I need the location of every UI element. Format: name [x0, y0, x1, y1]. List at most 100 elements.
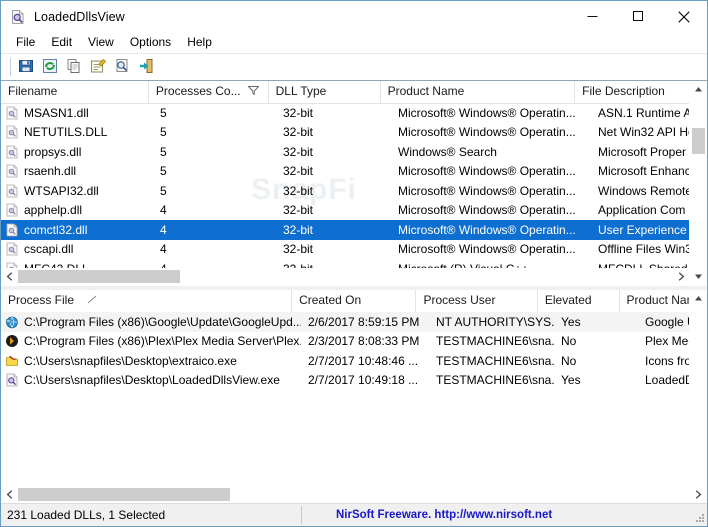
- table-row[interactable]: MSASN1.dll 5 32-bit Microsoft® Windows® Ope…: [1, 103, 690, 123]
- cell-filename: MSASN1.dll: [1, 106, 153, 120]
- process-listview[interactable]: Process File Created On Process User Ele…: [1, 290, 707, 503]
- filename-text: comctl32.dll: [24, 222, 88, 237]
- column-header-file-description[interactable]: File Description: [575, 81, 690, 103]
- table-row[interactable]: propsys.dll 5 32-bit Windows® Search Microso…: [1, 142, 690, 162]
- vertical-scroll-track[interactable]: [690, 307, 707, 486]
- plex-chevron-icon: [5, 334, 19, 348]
- table-row[interactable]: MFC42.DLL432-bitMicrosoft (R) Visual C++…: [1, 259, 690, 268]
- status-credit-link[interactable]: NirSoft Freeware. http://www.nirsoft.net: [302, 504, 552, 526]
- cell-product-name: Microsoft® Windows® Operatin...: [398, 183, 576, 198]
- dll-file-icon: [5, 223, 19, 237]
- process-list-horizontal-scrollbar[interactable]: [1, 486, 707, 503]
- refresh-button[interactable]: [38, 56, 62, 78]
- column-header-filename[interactable]: Filename: [1, 81, 149, 103]
- table-row[interactable]: comctl32.dll 4 32-bit Microsoft® Windows® O…: [1, 220, 690, 240]
- filename-text: rsaenh.dll: [24, 164, 77, 179]
- toolbar-separator: [10, 58, 11, 76]
- dll-list-header: Filename Processes Co... DLL Type Produc…: [1, 81, 707, 104]
- dll-list-vertical-scrollbar[interactable]: [689, 81, 707, 285]
- filename-text: propsys.dll: [24, 144, 82, 159]
- extraico-folder-icon: [5, 354, 19, 368]
- scroll-up-arrow-icon[interactable]: [690, 81, 707, 98]
- cell-processes-count: 5: [160, 125, 167, 140]
- copy-button[interactable]: [62, 56, 86, 78]
- table-row[interactable]: cscapi.dll 4 32-bit Microsoft® Windows® Ope…: [1, 240, 690, 260]
- vertical-scroll-thumb[interactable]: [692, 128, 705, 154]
- scroll-right-arrow-icon[interactable]: [673, 268, 690, 285]
- cell-dll-type: 32-bit: [283, 105, 314, 120]
- floppy-disk-icon: [18, 58, 34, 77]
- cell-file-description: User Experience C: [598, 222, 690, 237]
- cell-filename: cscapi.dll: [1, 242, 153, 256]
- copy-pages-icon: [66, 58, 82, 77]
- table-row[interactable]: C:\Program Files (x86)\Google\Update\Goo…: [1, 312, 690, 332]
- scroll-left-arrow-icon[interactable]: [1, 268, 18, 285]
- menu-item-edit[interactable]: Edit: [43, 33, 80, 52]
- cell-process-file: C:\Users\snapfiles\Desktop\extraico.exe: [1, 354, 301, 368]
- menu-item-options[interactable]: Options: [122, 33, 179, 52]
- table-row[interactable]: C:\Users\snapfiles\Desktop\LoadedDllsVie…: [1, 371, 690, 391]
- scroll-right-arrow-icon[interactable]: [690, 486, 707, 503]
- column-header-created-on[interactable]: Created On: [292, 290, 417, 312]
- horizontal-scroll-track[interactable]: [18, 486, 690, 503]
- column-header-process-user[interactable]: Process User: [416, 290, 538, 312]
- column-header-processes-count[interactable]: Processes Co...: [149, 81, 269, 103]
- process-list-rows: C:\Program Files (x86)\Google\Update\Goo…: [1, 312, 690, 486]
- cell-process-file: C:\Users\snapfiles\Desktop\LoadedDllsVie…: [1, 373, 301, 387]
- menu-bar: File Edit View Options Help: [1, 32, 707, 54]
- dll-listview[interactable]: Filename Processes Co... DLL Type Produc…: [1, 81, 707, 285]
- cell-filename: NETUTILS.DLL: [1, 125, 153, 139]
- properties-button[interactable]: [86, 56, 110, 78]
- close-button[interactable]: [661, 1, 707, 32]
- table-row[interactable]: C:\Program Files (x86)\Plex\Plex Media S…: [1, 332, 690, 352]
- table-row[interactable]: C:\Users\snapfiles\Desktop\extraico.exe 2…: [1, 351, 690, 371]
- horizontal-scroll-thumb[interactable]: [18, 488, 230, 501]
- process-file-text: C:\Program Files (x86)\Plex\Plex Media S…: [24, 334, 301, 349]
- save-button[interactable]: [14, 56, 38, 78]
- dll-file-icon: [5, 203, 19, 217]
- find-button[interactable]: [110, 56, 134, 78]
- column-header-dll-type[interactable]: DLL Type: [269, 81, 381, 103]
- horizontal-scroll-track[interactable]: [18, 268, 690, 285]
- cell-product-name: LoadedDllsVi: [645, 373, 690, 388]
- cell-product-name: Microsoft® Windows® Operatin...: [398, 105, 576, 120]
- table-row[interactable]: rsaenh.dll 5 32-bit Microsoft® Windows® Ope…: [1, 162, 690, 182]
- process-list-header: Process File Created On Process User Ele…: [1, 290, 707, 313]
- dll-list-horizontal-scrollbar[interactable]: [1, 268, 690, 285]
- maximize-button[interactable]: [615, 1, 661, 32]
- window-title: LoadedDllsView: [34, 9, 125, 24]
- resize-grip-icon[interactable]: [693, 512, 705, 524]
- menu-item-file[interactable]: File: [8, 33, 43, 52]
- cell-product-name: Microsoft® Windows® Operatin...: [398, 125, 576, 140]
- horizontal-scroll-thumb[interactable]: [18, 270, 180, 283]
- process-list-vertical-scrollbar[interactable]: [689, 290, 707, 503]
- scroll-down-arrow-icon[interactable]: [690, 268, 707, 285]
- column-header-elevated[interactable]: Elevated: [538, 290, 620, 312]
- minimize-button[interactable]: [569, 1, 615, 32]
- cell-processes-count: 5: [160, 105, 167, 120]
- filename-text: MSASN1.dll: [24, 105, 89, 120]
- table-row[interactable]: WTSAPI32.dll 5 32-bit Microsoft® Windows® O…: [1, 181, 690, 201]
- notepad-pencil-icon: [90, 58, 106, 77]
- filename-text: NETUTILS.DLL: [24, 125, 108, 140]
- cell-created-on: 2/7/2017 10:48:46 ...: [308, 353, 419, 368]
- vertical-scroll-track[interactable]: [690, 98, 707, 268]
- dll-file-icon: [5, 145, 19, 159]
- filename-text: cscapi.dll: [24, 242, 74, 257]
- cell-product-name: Microsoft® Windows® Operatin...: [398, 203, 576, 218]
- scroll-up-arrow-icon[interactable]: [690, 290, 707, 307]
- menu-item-view[interactable]: View: [80, 33, 122, 52]
- menu-item-help[interactable]: Help: [179, 33, 220, 52]
- exit-button[interactable]: [134, 56, 158, 78]
- cell-product-name: Icons from fi: [645, 353, 690, 368]
- process-file-text: C:\Users\snapfiles\Desktop\LoadedDllsVie…: [24, 373, 280, 388]
- column-header-process-file[interactable]: Process File: [1, 290, 293, 312]
- column-header-product-name[interactable]: Product Name: [381, 81, 576, 103]
- cell-file-description: Net Win32 API He: [598, 125, 690, 140]
- status-bar: 231 Loaded DLLs, 1 Selected NirSoft Free…: [1, 503, 707, 526]
- cell-file-description: Application Com: [598, 203, 686, 218]
- scroll-left-arrow-icon[interactable]: [1, 486, 18, 503]
- table-row[interactable]: apphelp.dll 4 32-bit Microsoft® Windows® Op…: [1, 201, 690, 221]
- table-row[interactable]: NETUTILS.DLL 5 32-bit Microsoft® Windows® O…: [1, 123, 690, 143]
- toolbar: [1, 54, 707, 81]
